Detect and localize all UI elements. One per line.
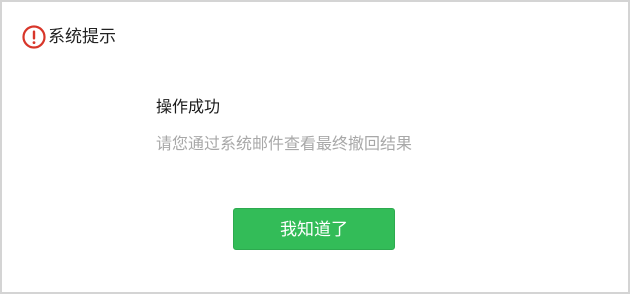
instruction-message: 请您通过系统邮件查看最终撤回结果 <box>156 134 413 153</box>
dialog-title: 系统提示 <box>48 27 116 47</box>
got-it-button[interactable]: 我知道了 <box>233 208 395 250</box>
dialog-title-bar: 系统提示 <box>22 22 116 52</box>
success-message: 操作成功 <box>156 97 221 116</box>
exclamation-circle-icon <box>22 25 46 49</box>
dialog-content: 操作成功 请您通过系统邮件查看最终撤回结果 <box>156 94 576 156</box>
system-prompt-dialog: 系统提示 操作成功 请您通过系统邮件查看最终撤回结果 我知道了 <box>0 0 630 294</box>
